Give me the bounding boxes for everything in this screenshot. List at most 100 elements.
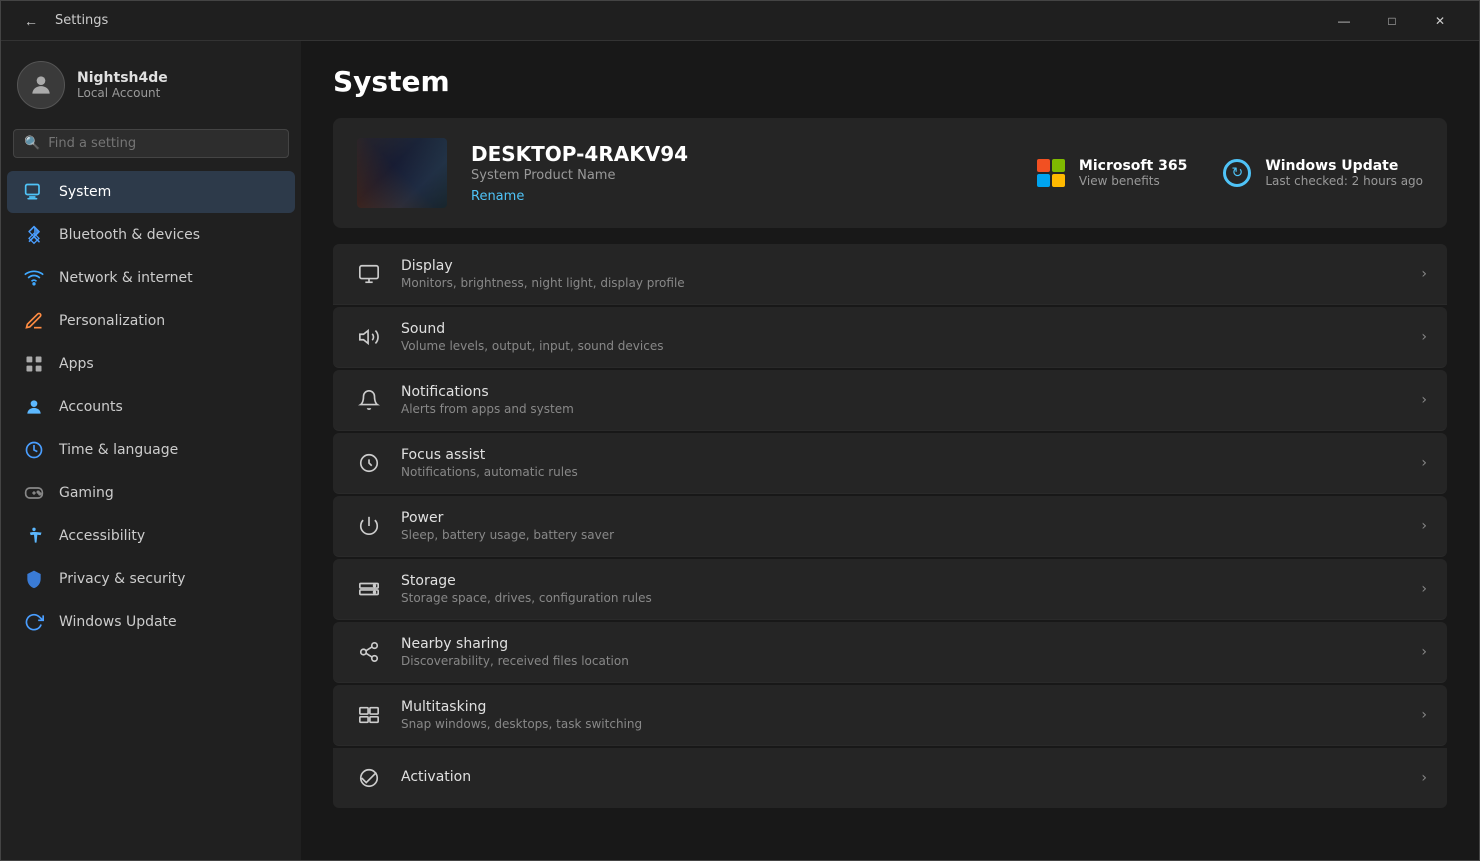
display-desc: Monitors, brightness, night light, displ…: [401, 276, 1405, 290]
multitasking-desc: Snap windows, desktops, task switching: [401, 717, 1405, 731]
apps-icon: [23, 353, 45, 375]
nearby-sharing-icon: [353, 636, 385, 668]
focus-assist-desc: Notifications, automatic rules: [401, 465, 1405, 479]
sound-desc: Volume levels, output, input, sound devi…: [401, 339, 1405, 353]
multitasking-chevron: ›: [1421, 707, 1427, 723]
accounts-icon: [23, 396, 45, 418]
user-profile[interactable]: Nightsh4de Local Account: [1, 49, 301, 125]
window-controls: — □ ✕: [1321, 5, 1463, 37]
activation-label: Activation: [401, 769, 1405, 785]
ms365-sub: View benefits: [1079, 174, 1187, 188]
nearby-sharing-label: Nearby sharing: [401, 636, 1405, 652]
back-button[interactable]: ←: [17, 7, 45, 35]
setting-item-storage[interactable]: Storage Storage space, drives, configura…: [333, 559, 1447, 620]
personalization-icon: [23, 310, 45, 332]
setting-item-notifications[interactable]: Notifications Alerts from apps and syste…: [333, 370, 1447, 431]
setting-item-activation[interactable]: Activation ›: [333, 748, 1447, 808]
focus-assist-text: Focus assist Notifications, automatic ru…: [401, 447, 1405, 479]
notifications-label: Notifications: [401, 384, 1405, 400]
sidebar-item-apps[interactable]: Apps: [7, 343, 295, 385]
system-icon: [23, 181, 45, 203]
sidebar-label-personalization: Personalization: [59, 313, 165, 329]
sidebar-label-system: System: [59, 184, 111, 200]
sound-icon: [353, 321, 385, 353]
setting-item-sound[interactable]: Sound Volume levels, output, input, soun…: [333, 307, 1447, 368]
ms365-icon: [1033, 155, 1069, 191]
multitasking-label: Multitasking: [401, 699, 1405, 715]
sidebar-item-personalization[interactable]: Personalization: [7, 300, 295, 342]
update-text: Windows Update Last checked: 2 hours ago: [1265, 158, 1423, 188]
power-label: Power: [401, 510, 1405, 526]
system-details: DESKTOP-4RAKV94 System Product Name Rena…: [471, 142, 1009, 204]
rename-link[interactable]: Rename: [471, 189, 1009, 204]
power-icon: [353, 510, 385, 542]
sidebar-item-network[interactable]: Network & internet: [7, 257, 295, 299]
sidebar-item-accounts[interactable]: Accounts: [7, 386, 295, 428]
setting-item-focus-assist[interactable]: Focus assist Notifications, automatic ru…: [333, 433, 1447, 494]
sidebar-label-accounts: Accounts: [59, 399, 123, 415]
sound-text: Sound Volume levels, output, input, soun…: [401, 321, 1405, 353]
accessibility-icon: [23, 525, 45, 547]
sidebar-label-gaming: Gaming: [59, 485, 114, 501]
search-box[interactable]: 🔍: [13, 129, 289, 158]
notifications-icon: [353, 384, 385, 416]
sidebar-item-bluetooth[interactable]: Bluetooth & devices: [7, 214, 295, 256]
sidebar-item-update[interactable]: Windows Update: [7, 601, 295, 643]
storage-text: Storage Storage space, drives, configura…: [401, 573, 1405, 605]
notifications-desc: Alerts from apps and system: [401, 402, 1405, 416]
ms365-text: Microsoft 365 View benefits: [1079, 158, 1187, 188]
maximize-button[interactable]: □: [1369, 5, 1415, 37]
right-panel: System DESKTOP-4RAKV94 System Product Na…: [301, 41, 1479, 860]
time-icon: [23, 439, 45, 461]
search-input[interactable]: [48, 136, 278, 151]
storage-label: Storage: [401, 573, 1405, 589]
page-title: System: [333, 65, 1447, 98]
sidebar-label-network: Network & internet: [59, 270, 193, 286]
ms365-badge[interactable]: Microsoft 365 View benefits: [1033, 155, 1187, 191]
update-icon: [23, 611, 45, 633]
windows-update-badge[interactable]: ↻ Windows Update Last checked: 2 hours a…: [1219, 155, 1423, 191]
setting-item-nearby-sharing[interactable]: Nearby sharing Discoverability, received…: [333, 622, 1447, 683]
main-content: Nightsh4de Local Account 🔍: [1, 41, 1479, 860]
user-account-type: Local Account: [77, 86, 168, 100]
sound-label: Sound: [401, 321, 1405, 337]
update-refresh-icon: ↻: [1223, 159, 1251, 187]
activation-chevron: ›: [1421, 770, 1427, 786]
setting-item-display[interactable]: Display Monitors, brightness, night ligh…: [333, 244, 1447, 305]
title-bar: ← Settings — □ ✕: [1, 1, 1479, 41]
system-thumbnail: [357, 138, 447, 208]
settings-window: ← Settings — □ ✕ Nightsh4de Loca: [0, 0, 1480, 861]
sidebar-label-privacy: Privacy & security: [59, 571, 185, 587]
sidebar-item-system[interactable]: System: [7, 171, 295, 213]
settings-list: Display Monitors, brightness, night ligh…: [333, 244, 1447, 808]
display-text: Display Monitors, brightness, night ligh…: [401, 258, 1405, 290]
sidebar-label-time: Time & language: [59, 442, 178, 458]
storage-chevron: ›: [1421, 581, 1427, 597]
display-chevron: ›: [1421, 266, 1427, 282]
minimize-button[interactable]: —: [1321, 5, 1367, 37]
sidebar: Nightsh4de Local Account 🔍: [1, 41, 301, 860]
sound-chevron: ›: [1421, 329, 1427, 345]
system-badges: Microsoft 365 View benefits ↻ Windows Up…: [1033, 155, 1423, 191]
nav-list: System Bluetooth & devices: [1, 170, 301, 644]
sidebar-item-time[interactable]: Time & language: [7, 429, 295, 471]
user-info: Nightsh4de Local Account: [77, 70, 168, 100]
system-info-card: DESKTOP-4RAKV94 System Product Name Rena…: [333, 118, 1447, 228]
focus-assist-icon: [353, 447, 385, 479]
setting-item-multitasking[interactable]: Multitasking Snap windows, desktops, tas…: [333, 685, 1447, 746]
multitasking-icon: [353, 699, 385, 731]
focus-assist-chevron: ›: [1421, 455, 1427, 471]
close-button[interactable]: ✕: [1417, 5, 1463, 37]
windows-update-icon: ↻: [1219, 155, 1255, 191]
nearby-sharing-chevron: ›: [1421, 644, 1427, 660]
gaming-icon: [23, 482, 45, 504]
setting-item-power[interactable]: Power Sleep, battery usage, battery save…: [333, 496, 1447, 557]
storage-icon: [353, 573, 385, 605]
sidebar-item-privacy[interactable]: Privacy & security: [7, 558, 295, 600]
display-label: Display: [401, 258, 1405, 274]
search-icon: 🔍: [24, 136, 40, 151]
sidebar-item-accessibility[interactable]: Accessibility: [7, 515, 295, 557]
nearby-sharing-desc: Discoverability, received files location: [401, 654, 1405, 668]
update-sub: Last checked: 2 hours ago: [1265, 174, 1423, 188]
sidebar-item-gaming[interactable]: Gaming: [7, 472, 295, 514]
